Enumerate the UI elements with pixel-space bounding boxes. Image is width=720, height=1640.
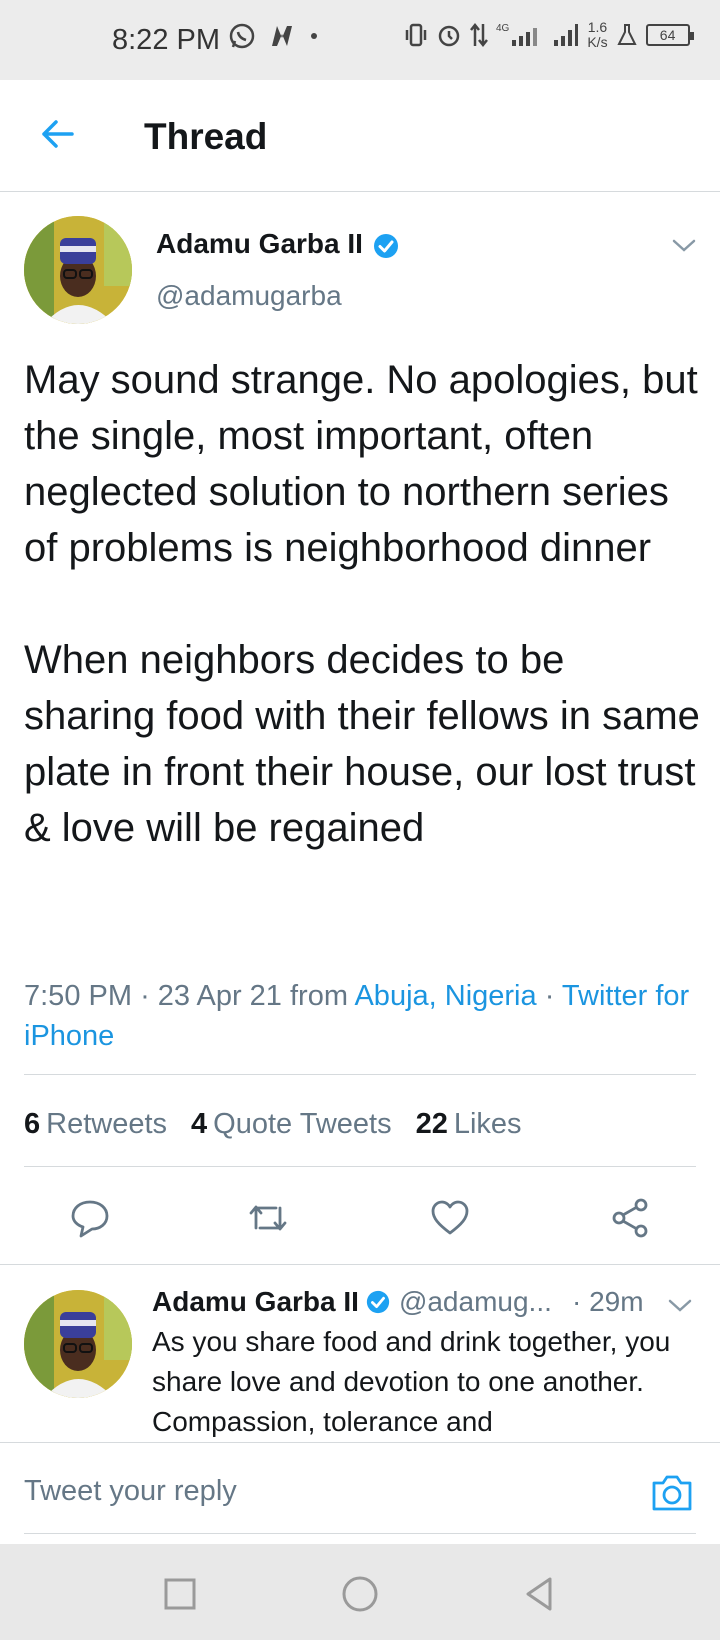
- verified-badge-icon: [374, 234, 398, 258]
- system-nav-bar: [0, 1544, 720, 1640]
- recent-apps-icon[interactable]: [160, 1574, 200, 1614]
- like-heart-icon[interactable]: [428, 1196, 472, 1240]
- vibrate-icon: [405, 23, 427, 47]
- chevron-down-icon[interactable]: [670, 236, 698, 256]
- tweet-action-bar: [0, 1178, 720, 1258]
- status-time: 8:22 PM: [112, 24, 220, 56]
- tweet-time: 7:50 PM: [24, 980, 132, 1012]
- network-speed: 1.6 K/s: [587, 19, 608, 50]
- home-icon[interactable]: [340, 1574, 380, 1614]
- signal-icon: [512, 28, 538, 46]
- network-type: 4G: [496, 22, 510, 34]
- reply-timestamp: · 29m: [572, 1286, 644, 1317]
- back-triangle-icon[interactable]: [520, 1574, 560, 1614]
- section-separator: [0, 1264, 720, 1265]
- reply-input[interactable]: Tweet your reply: [24, 1475, 237, 1508]
- author-handle[interactable]: @adamugarba: [156, 280, 342, 312]
- from-label: from: [290, 980, 348, 1012]
- alarm-icon: [438, 25, 460, 47]
- dot-icon: [311, 33, 317, 39]
- page-title: Thread: [144, 116, 268, 157]
- status-bar: 8:22 PM 4G 1.6 K/s 64: [0, 0, 720, 80]
- whatsapp-icon: [229, 23, 255, 49]
- chevron-down-icon[interactable]: [666, 1296, 694, 1316]
- data-transfer-icon: [470, 22, 488, 48]
- notification-app-icon: [272, 26, 292, 46]
- tweet-stats: 6 Retweets 4 Quote Tweets 22 Likes: [24, 1108, 522, 1141]
- signal-icon-2: [554, 24, 579, 46]
- tweet-date: 23 Apr 21: [157, 980, 282, 1012]
- likes-stat[interactable]: 22 Likes: [416, 1108, 522, 1141]
- verified-badge-icon: [366, 1290, 390, 1314]
- tweet-metadata: 7:50 PM · 23 Apr 21 from Abuja, Nigeria …: [24, 980, 690, 1052]
- author-name[interactable]: Adamu Garba II: [156, 228, 363, 260]
- avatar[interactable]: [24, 216, 132, 324]
- quote-tweets-stat[interactable]: 4 Quote Tweets: [191, 1108, 392, 1141]
- reply-composer: Tweet your reply: [0, 1442, 720, 1544]
- thread-header: Thread: [0, 80, 720, 192]
- retweet-icon[interactable]: [246, 1196, 290, 1240]
- reply-text[interactable]: As you share food and drink together, yo…: [152, 1322, 702, 1440]
- battery-indicator: 64: [645, 24, 694, 46]
- tweet-text: May sound strange. No apologies, but the…: [24, 358, 700, 850]
- avatar-image: [24, 216, 132, 324]
- divider: [24, 1166, 696, 1167]
- tweet-location-link[interactable]: Abuja, Nigeria: [354, 980, 536, 1012]
- back-arrow-icon[interactable]: [34, 110, 82, 158]
- composer-underline: [24, 1533, 696, 1534]
- avatar-image: [24, 1290, 132, 1398]
- flask-icon: [616, 24, 637, 45]
- retweets-stat[interactable]: 6 Retweets: [24, 1108, 167, 1141]
- reply-header: Adamu Garba II @adamug... · 29m: [152, 1286, 644, 1318]
- reply-icon[interactable]: [68, 1196, 112, 1240]
- reply-author-name[interactable]: Adamu Garba II: [152, 1286, 359, 1318]
- reply-avatar[interactable]: [24, 1290, 132, 1398]
- divider: [24, 1074, 696, 1075]
- share-icon[interactable]: [608, 1196, 652, 1240]
- reply-author-handle[interactable]: @adamug...: [399, 1286, 552, 1318]
- camera-icon[interactable]: [650, 1473, 694, 1513]
